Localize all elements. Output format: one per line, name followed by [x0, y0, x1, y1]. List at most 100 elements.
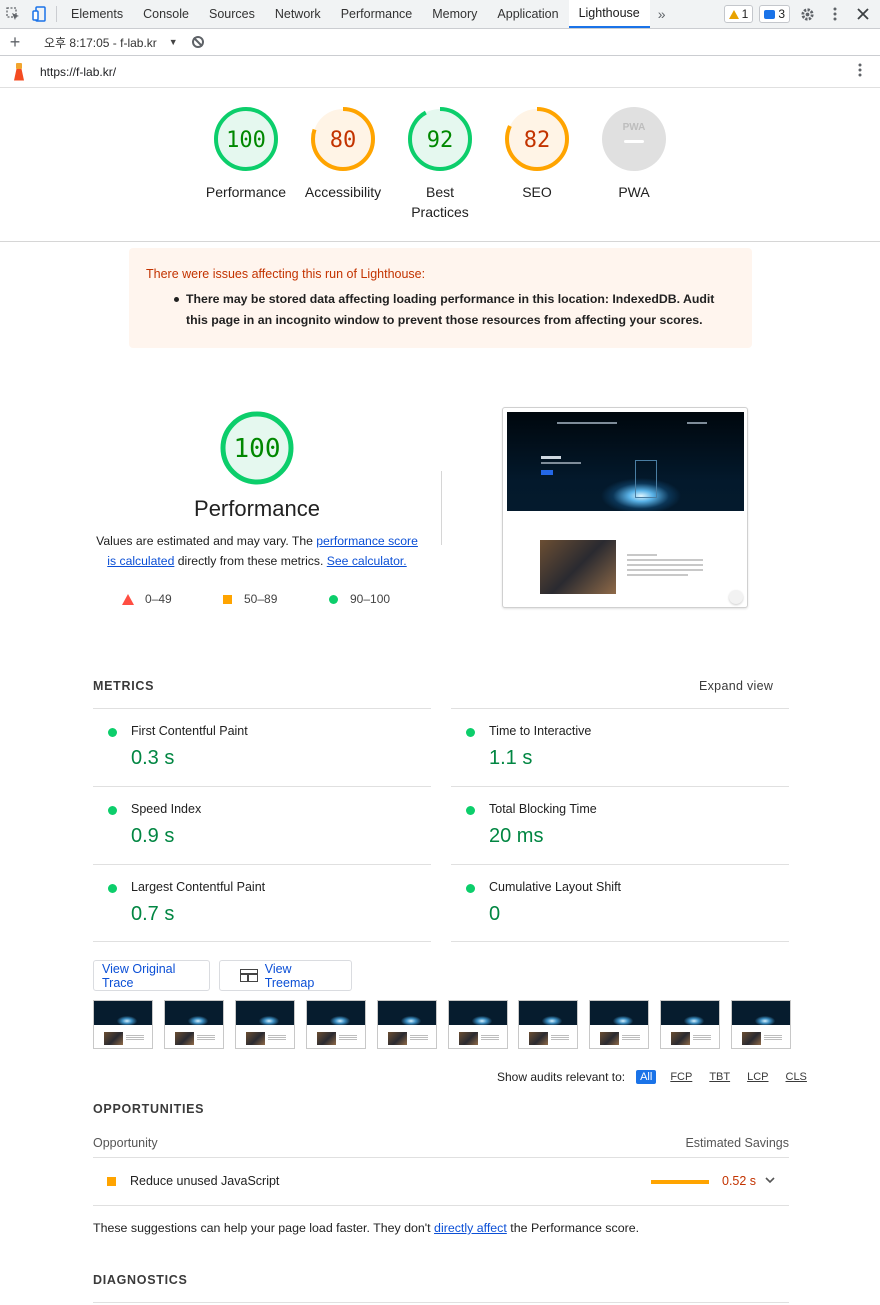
- filter-chip-tbt[interactable]: TBT: [706, 1070, 733, 1084]
- gauge-accessibility-score: 80: [330, 128, 357, 153]
- gauge-performance-ring: 100: [214, 107, 278, 171]
- performance-description: Values are estimated and may vary. The p…: [92, 531, 422, 571]
- warning-heading: There were issues affecting this run of …: [146, 267, 426, 281]
- desc-prefix: Values are estimated and may vary. The: [96, 534, 317, 548]
- tab-lighthouse[interactable]: Lighthouse: [568, 0, 650, 28]
- screenshot-heading: [541, 456, 561, 459]
- metric-lcp: Largest Contentful Paint 0.7 s: [93, 864, 431, 942]
- gauge-pwa[interactable]: PWA PWA: [586, 106, 682, 202]
- tab-elements[interactable]: Elements: [61, 0, 133, 28]
- tab-memory[interactable]: Memory: [422, 0, 487, 28]
- metric-value: 0.3 s: [131, 747, 175, 769]
- pwa-dash-icon: [624, 140, 644, 143]
- screenshot-text-lines: [627, 554, 703, 579]
- pass-circle-icon: [466, 728, 475, 737]
- savings-bar: [651, 1180, 709, 1184]
- screenshot-door: [635, 460, 657, 498]
- opportunity-row[interactable]: Reduce unused JavaScript 0.52 s: [93, 1159, 789, 1206]
- legend-average-range: 50–89: [244, 592, 278, 606]
- messages-badge[interactable]: 3: [759, 5, 790, 23]
- messages-count: 3: [778, 7, 785, 21]
- filter-chip-cls[interactable]: CLS: [783, 1070, 810, 1084]
- gauge-seo[interactable]: 82 SEO: [489, 106, 585, 202]
- view-original-trace-button[interactable]: View Original Trace: [93, 960, 210, 991]
- tab-sources[interactable]: Sources: [199, 0, 265, 28]
- opportunities-heading: OPPORTUNITIES: [93, 1102, 205, 1116]
- tab-performance[interactable]: Performance: [331, 0, 423, 28]
- runtime-warning: There were issues affecting this run of …: [129, 248, 752, 348]
- pwa-badge-text: PWA: [623, 122, 646, 133]
- filter-chip-lcp[interactable]: LCP: [744, 1070, 771, 1084]
- pass-circle-icon: [466, 884, 475, 893]
- gauge-seo-label: SEO: [522, 184, 552, 200]
- note-prefix: These suggestions can help your page loa…: [93, 1221, 435, 1235]
- tab-application[interactable]: Application: [487, 0, 568, 28]
- tab-network[interactable]: Network: [265, 0, 331, 28]
- legend-circle-icon: [329, 594, 338, 604]
- gauge-performance-score: 100: [226, 128, 266, 153]
- metric-cls: Cumulative Layout Shift 0: [451, 864, 789, 942]
- metric-name: Speed Index: [131, 802, 202, 816]
- report-menu-icon[interactable]: [858, 63, 862, 81]
- see-calculator-link[interactable]: See calculator.: [327, 554, 407, 568]
- metric-fcp: First Contentful Paint 0.3 s: [93, 708, 431, 786]
- more-tabs-icon[interactable]: »: [650, 0, 674, 28]
- customize-menu-icon[interactable]: [824, 3, 846, 25]
- metric-value: 0: [489, 903, 501, 925]
- lighthouse-toolbar: + 오후 8:17:05 - f-lab.kr ▼: [0, 29, 880, 56]
- report-url: https://f-lab.kr/: [40, 64, 117, 79]
- filmstrip-frame: [376, 1000, 437, 1049]
- clear-reports-icon[interactable]: [191, 36, 204, 48]
- device-toolbar-icon[interactable]: [26, 0, 52, 28]
- legend-average: 50–89: [222, 592, 277, 606]
- gauge-accessibility[interactable]: 80 Accessibility: [295, 106, 391, 202]
- devtools-tabbar: Elements Console Sources Network Perform…: [0, 0, 880, 29]
- filmstrip-frame: [163, 1000, 224, 1049]
- metrics-heading: METRICS: [93, 679, 155, 693]
- screenshot-nav-right: [687, 422, 707, 424]
- tab-console[interactable]: Console: [133, 0, 199, 28]
- directly-affect-link[interactable]: directly affect: [434, 1221, 507, 1235]
- opportunity-title: Reduce unused JavaScript: [130, 1174, 280, 1188]
- lighthouse-logo-icon: [12, 62, 26, 81]
- gauge-performance[interactable]: 100 Performance: [198, 106, 294, 202]
- opportunities-table-header: Opportunity Estimated Savings: [93, 1136, 789, 1158]
- close-icon[interactable]: [852, 3, 874, 25]
- warnings-badge[interactable]: 1: [723, 5, 754, 23]
- metric-name: First Contentful Paint: [131, 724, 248, 738]
- report-selector-label: 오후 8:17:05 - f-lab.kr: [44, 35, 157, 50]
- gauge-best-practices[interactable]: 92 Best Practices: [392, 106, 488, 222]
- inspect-element-icon[interactable]: [0, 0, 26, 28]
- report-selector[interactable]: 오후 8:17:05 - f-lab.kr ▼: [30, 34, 178, 51]
- warnings-count: 1: [741, 7, 749, 21]
- metric-speed-index: Speed Index 0.9 s: [93, 786, 431, 864]
- legend-fail: 0–49: [122, 592, 172, 606]
- filter-chip-all[interactable]: All: [636, 1070, 657, 1084]
- gauge-best-practices-label: Best Practices: [411, 184, 469, 220]
- new-report-plus-icon[interactable]: +: [0, 32, 30, 53]
- screenshot-nav: [557, 422, 617, 424]
- expand-view-toggle[interactable]: Expand view: [699, 679, 773, 693]
- warning-icon: [728, 9, 739, 19]
- performance-summary: 100 Performance Values are estimated and…: [92, 410, 422, 571]
- warning-item: There may be stored data affecting loadi…: [174, 289, 735, 330]
- view-treemap-button[interactable]: View Treemap: [219, 960, 352, 991]
- screenshot-chat-button: [729, 590, 743, 604]
- warning-list: There may be stored data affecting loadi…: [146, 289, 735, 330]
- diagnostics-heading: DIAGNOSTICS: [93, 1273, 188, 1287]
- pass-circle-icon: [466, 806, 475, 815]
- filter-chip-fcp[interactable]: FCP: [667, 1070, 695, 1084]
- performance-title: Performance: [194, 496, 320, 521]
- filmstrip-frame: [518, 1000, 579, 1049]
- filmstrip-frame: [589, 1000, 650, 1049]
- screenshot-photo: [540, 540, 616, 594]
- final-screenshot[interactable]: [502, 407, 748, 608]
- gauge-pwa-label: PWA: [618, 184, 650, 200]
- opportunity-savings: 0.52 s: [722, 1174, 757, 1188]
- legend-square-icon: [223, 594, 232, 604]
- gauge-pwa-badge: PWA: [602, 107, 666, 171]
- settings-gear-icon[interactable]: [796, 3, 818, 25]
- chevron-down-icon[interactable]: [765, 1173, 775, 1187]
- metric-value: 0.7 s: [131, 903, 175, 925]
- gauge-seo-ring: 82: [505, 107, 569, 171]
